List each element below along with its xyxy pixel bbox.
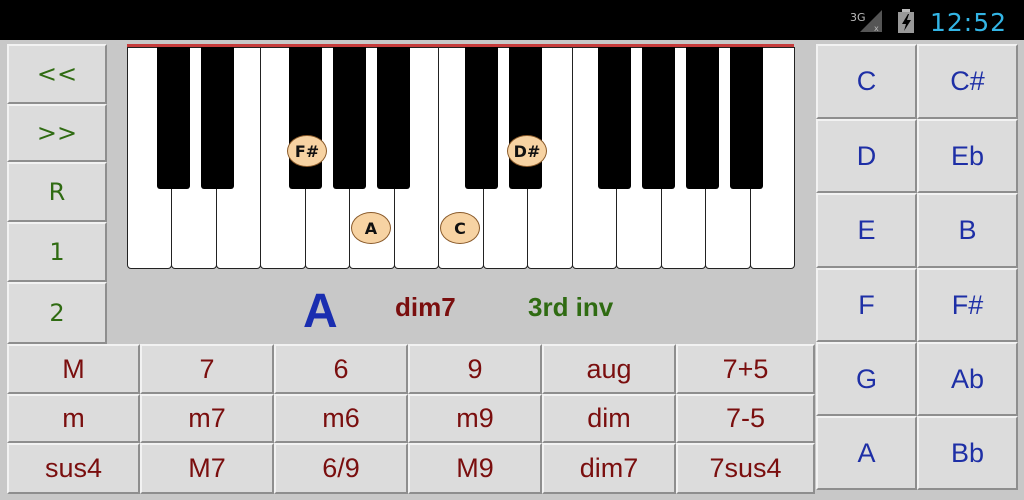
root-note-label: C (856, 66, 877, 96)
signal-3g-icon: 3G x (850, 10, 882, 33)
black-key[interactable] (509, 47, 542, 189)
inversion-1-label: 1 (49, 238, 65, 266)
chord-type-label: m7 (188, 403, 226, 433)
chord-type-button[interactable]: 7-5 (676, 394, 815, 443)
chord-type-label: aug (586, 353, 632, 384)
black-key[interactable] (642, 47, 675, 189)
root-note-label: D (856, 140, 877, 171)
root-note-button[interactable]: D (816, 119, 917, 193)
black-key[interactable] (377, 47, 410, 189)
inversion-2-label: 2 (49, 299, 65, 327)
chord-type-label: m (62, 403, 85, 433)
root-note-button[interactable]: C# (917, 44, 1018, 119)
root-note-label: B (958, 215, 977, 245)
chord-type-button[interactable]: 6 (274, 344, 408, 394)
status-bar: 3G x 12:52 (0, 0, 1024, 40)
svg-text:x: x (874, 24, 879, 33)
chord-root-text: A (303, 285, 338, 338)
inversion-2-button[interactable]: 2 (7, 282, 107, 344)
note-marker: F# (287, 135, 327, 167)
root-note-label: Eb (950, 140, 985, 171)
root-note-button[interactable]: Eb (917, 119, 1018, 193)
chord-type-button[interactable]: M9 (408, 443, 542, 494)
chord-type-button[interactable]: M (7, 344, 140, 394)
black-key[interactable] (201, 47, 234, 189)
clock: 12:52 (930, 8, 1008, 37)
network-label: 3G (850, 11, 866, 24)
root-note-label: A (857, 437, 876, 468)
note-marker: C (440, 212, 480, 244)
inversion-1-button[interactable]: 1 (7, 222, 107, 282)
chord-type-label: 7+5 (722, 353, 769, 384)
root-note-button[interactable]: G (816, 342, 917, 416)
root-note-label: F (858, 289, 875, 320)
root-note-button[interactable]: C (816, 44, 917, 119)
chord-type-label: m6 (322, 403, 360, 433)
chord-type-label: 7 (199, 353, 215, 384)
next-label: >> (36, 119, 78, 147)
chord-type-button[interactable]: m (7, 394, 140, 443)
root-note-label: E (857, 215, 876, 245)
chord-type-button[interactable]: sus4 (7, 443, 140, 494)
chord-type-label: 7sus4 (709, 453, 782, 483)
chord-type-button[interactable]: dim7 (542, 443, 676, 494)
note-marker: A (351, 212, 391, 244)
black-key[interactable] (730, 47, 763, 189)
chord-type-label: sus4 (44, 453, 103, 483)
chord-type-button[interactable]: m7 (140, 394, 274, 443)
root-note-button[interactable]: Ab (917, 342, 1018, 416)
chord-type-label: M (62, 353, 85, 384)
black-key[interactable] (686, 47, 719, 189)
root-note-label: Ab (950, 363, 985, 394)
prev-label: << (36, 60, 78, 88)
next-button[interactable]: >> (7, 104, 107, 162)
chord-type-text: dim7 (395, 292, 456, 322)
chord-type-label: dim (587, 403, 631, 433)
chord-inversion-text: 3rd inv (528, 292, 614, 322)
chord-type-button[interactable]: m6 (274, 394, 408, 443)
chord-type-button[interactable]: aug (542, 344, 676, 394)
chord-type-label: dim7 (579, 453, 639, 483)
black-key[interactable] (465, 47, 498, 189)
chord-type-label: 6 (333, 353, 349, 384)
black-key[interactable] (333, 47, 366, 189)
root-note-label: C# (950, 66, 985, 96)
root-note-button[interactable]: E (816, 193, 917, 268)
chord-type-label: M9 (456, 453, 494, 483)
chord-type-label: 6/9 (322, 453, 360, 483)
chord-type-button[interactable]: dim (542, 394, 676, 443)
root-note-button[interactable]: B (917, 193, 1018, 268)
chord-type-button[interactable]: 9 (408, 344, 542, 394)
root-note-button[interactable]: A (816, 416, 917, 490)
prev-button[interactable]: << (7, 44, 107, 104)
root-position-label: R (48, 178, 66, 206)
root-note-button[interactable]: Bb (917, 416, 1018, 490)
chord-type-label: M7 (188, 453, 226, 483)
root-note-label: Bb (950, 437, 985, 468)
note-marker: D# (507, 135, 547, 167)
black-key[interactable] (157, 47, 190, 189)
chord-type-label: m9 (456, 403, 494, 433)
root-position-button[interactable]: R (7, 162, 107, 222)
black-key[interactable] (289, 47, 322, 189)
chord-type-button[interactable]: 7sus4 (676, 443, 815, 494)
chord-type-label: 9 (467, 353, 483, 384)
battery-charging-icon (898, 9, 914, 33)
chord-type-button[interactable]: M7 (140, 443, 274, 494)
chord-type-button[interactable]: 7 (140, 344, 274, 394)
root-note-label: F# (951, 289, 984, 320)
black-key[interactable] (598, 47, 631, 189)
chord-display (107, 270, 817, 342)
chord-type-button[interactable]: m9 (408, 394, 542, 443)
root-note-button[interactable]: F (816, 268, 917, 342)
root-note-button[interactable]: F# (917, 268, 1018, 342)
chord-type-label: 7-5 (725, 403, 766, 433)
chord-type-button[interactable]: 6/9 (274, 443, 408, 494)
chord-type-button[interactable]: 7+5 (676, 344, 815, 394)
root-note-label: G (855, 363, 877, 394)
